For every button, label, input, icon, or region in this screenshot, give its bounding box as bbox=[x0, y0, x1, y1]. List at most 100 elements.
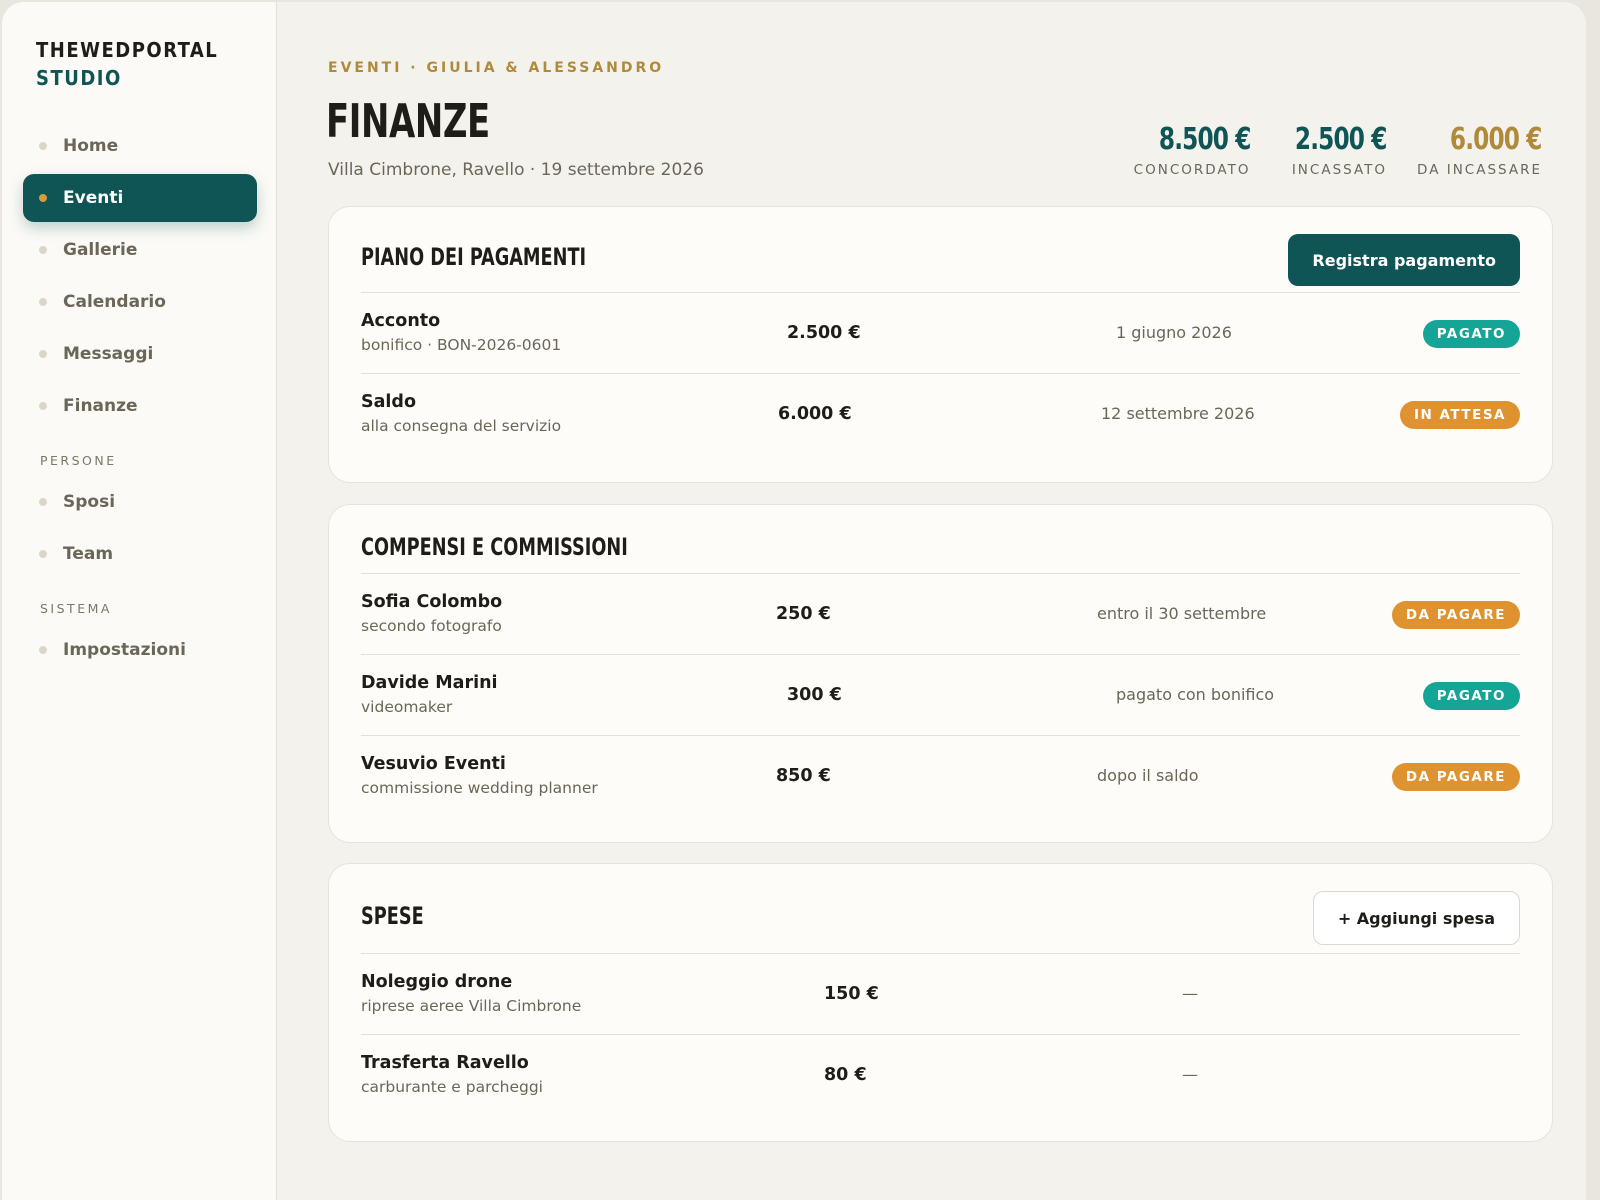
card-header: SPESE + Aggiungi spesa bbox=[361, 864, 1520, 954]
breadcrumb[interactable]: EVENTI · GIULIA & ALESSANDRO bbox=[328, 60, 664, 76]
row-name: Sofia Colombo bbox=[361, 592, 503, 612]
stat-value: 2.500 € bbox=[1295, 122, 1388, 157]
sidebar-item-messaggi[interactable]: Messaggi bbox=[23, 330, 257, 378]
fees-card: COMPENSI E COMMISSIONI Sofia Colombo sec… bbox=[328, 504, 1553, 843]
row-amount: 80 € bbox=[824, 1065, 867, 1085]
sidebar-item-label: Impostazioni bbox=[63, 640, 186, 660]
stat-value: 8.500 € bbox=[1158, 122, 1251, 157]
row-name: Saldo bbox=[361, 392, 416, 412]
status-badge: PAGATO bbox=[1422, 682, 1520, 710]
row-amount: 2.500 € bbox=[787, 323, 861, 343]
stat-concordato: 8.500 € CONCORDATO bbox=[1133, 122, 1252, 178]
row-desc: carburante e parcheggi bbox=[361, 1078, 543, 1096]
sidebar-item-sposi[interactable]: Sposi bbox=[23, 478, 257, 526]
brand-subname: STUDIO bbox=[36, 66, 122, 90]
sidebar-item-calendario[interactable]: Calendario bbox=[23, 278, 257, 326]
row-desc: secondo fotografo bbox=[361, 617, 502, 635]
row-due: dopo il saldo bbox=[1097, 766, 1199, 785]
app-window: THEWEDPORTAL STUDIO Home Eventi Gallerie… bbox=[2, 2, 1586, 1200]
sidebar-item-label: Messaggi bbox=[63, 344, 154, 364]
table-row[interactable]: Acconto bonifico · BON-2026-0601 2.500 €… bbox=[361, 293, 1520, 374]
status-badge: IN ATTESA bbox=[1399, 401, 1520, 429]
sidebar-item-label: Gallerie bbox=[63, 240, 138, 260]
card-header: PIANO DEI PAGAMENTI Registra pagamento bbox=[361, 207, 1520, 293]
bullet-icon bbox=[39, 498, 47, 506]
row-name: Noleggio drone bbox=[361, 972, 513, 992]
page-title: FINANZE bbox=[326, 94, 490, 148]
row-date: 1 giugno 2026 bbox=[1116, 323, 1232, 342]
sidebar-nav: Home Eventi Gallerie Calendario Messaggi… bbox=[23, 122, 257, 678]
row-note: — bbox=[1182, 1065, 1198, 1084]
bullet-icon bbox=[39, 402, 47, 410]
row-due: entro il 30 settembre bbox=[1097, 604, 1267, 623]
bullet-icon bbox=[39, 350, 47, 358]
brand-name: THEWEDPORTAL bbox=[36, 38, 219, 62]
row-desc: bonifico · BON-2026-0601 bbox=[361, 336, 562, 354]
row-amount: 850 € bbox=[776, 766, 831, 786]
status-badge: DA PAGARE bbox=[1391, 601, 1520, 629]
summary-stats: 8.500 € CONCORDATO 2.500 € INCASSATO 6.0… bbox=[1133, 122, 1543, 178]
row-note: — bbox=[1182, 984, 1198, 1003]
brand-logo[interactable]: THEWEDPORTAL STUDIO bbox=[36, 36, 218, 92]
sidebar: THEWEDPORTAL STUDIO Home Eventi Gallerie… bbox=[2, 2, 277, 1200]
table-row[interactable]: Noleggio drone riprese aeree Villa Cimbr… bbox=[361, 954, 1520, 1035]
stat-label: INCASSATO bbox=[1291, 162, 1388, 178]
row-amount: 250 € bbox=[776, 604, 831, 624]
sidebar-item-gallerie[interactable]: Gallerie bbox=[23, 226, 257, 274]
row-date: 12 settembre 2026 bbox=[1101, 404, 1255, 423]
bullet-icon bbox=[39, 194, 47, 202]
sidebar-item-label: Calendario bbox=[63, 292, 166, 312]
row-amount: 150 € bbox=[824, 984, 879, 1004]
sidebar-item-label: Finanze bbox=[63, 396, 138, 416]
sidebar-item-finanze[interactable]: Finanze bbox=[23, 382, 257, 430]
row-desc: alla consegna del servizio bbox=[361, 417, 562, 435]
sidebar-item-label: Eventi bbox=[63, 188, 124, 208]
bullet-icon bbox=[39, 550, 47, 558]
sidebar-item-impostazioni[interactable]: Impostazioni bbox=[23, 626, 257, 674]
row-amount: 300 € bbox=[787, 685, 842, 705]
bullet-icon bbox=[39, 246, 47, 254]
table-row[interactable]: Davide Marini videomaker 300 € pagato co… bbox=[361, 655, 1520, 736]
card-title: SPESE bbox=[361, 902, 424, 930]
add-expense-button[interactable]: + Aggiungi spesa bbox=[1312, 891, 1520, 945]
sidebar-item-home[interactable]: Home bbox=[23, 122, 257, 170]
row-name: Trasferta Ravello bbox=[361, 1053, 529, 1073]
stat-label: DA INCASSARE bbox=[1417, 162, 1542, 178]
row-desc: commissione wedding planner bbox=[361, 779, 598, 797]
register-payment-button[interactable]: Registra pagamento bbox=[1288, 234, 1520, 286]
sidebar-section-persone: PERSONE bbox=[40, 453, 117, 468]
card-title: PIANO DEI PAGAMENTI bbox=[361, 243, 587, 271]
sidebar-item-team[interactable]: Team bbox=[23, 530, 257, 578]
table-row[interactable]: Trasferta Ravello carburante e parcheggi… bbox=[361, 1035, 1520, 1116]
main-content: EVENTI · GIULIA & ALESSANDRO FINANZE Vil… bbox=[277, 2, 1586, 1200]
status-badge: PAGATO bbox=[1422, 320, 1520, 348]
row-due: pagato con bonifico bbox=[1116, 685, 1275, 704]
stat-label: CONCORDATO bbox=[1133, 162, 1251, 178]
sidebar-item-label: Team bbox=[63, 544, 114, 564]
expenses-card: SPESE + Aggiungi spesa Noleggio drone ri… bbox=[328, 863, 1553, 1142]
sidebar-item-label: Home bbox=[63, 136, 119, 156]
bullet-icon bbox=[39, 298, 47, 306]
row-name: Davide Marini bbox=[361, 673, 498, 693]
row-desc: riprese aeree Villa Cimbrone bbox=[361, 997, 582, 1015]
event-subtitle: Villa Cimbrone, Ravello · 19 settembre 2… bbox=[328, 160, 704, 180]
stat-da-incassare: 6.000 € DA INCASSARE bbox=[1417, 122, 1543, 178]
bullet-icon bbox=[39, 142, 47, 150]
card-header: COMPENSI E COMMISSIONI bbox=[361, 505, 1520, 574]
row-name: Acconto bbox=[361, 311, 441, 331]
row-name: Vesuvio Eventi bbox=[361, 754, 506, 774]
payments-card: PIANO DEI PAGAMENTI Registra pagamento A… bbox=[328, 206, 1553, 483]
stat-incassato: 2.500 € INCASSATO bbox=[1280, 122, 1388, 178]
table-row[interactable]: Vesuvio Eventi commissione wedding plann… bbox=[361, 736, 1520, 817]
card-title: COMPENSI E COMMISSIONI bbox=[361, 533, 628, 561]
sidebar-item-label: Sposi bbox=[63, 492, 116, 512]
row-amount: 6.000 € bbox=[778, 404, 852, 424]
table-row[interactable]: Saldo alla consegna del servizio 6.000 €… bbox=[361, 374, 1520, 455]
sidebar-item-eventi[interactable]: Eventi bbox=[23, 174, 257, 222]
status-badge: DA PAGARE bbox=[1391, 763, 1520, 791]
row-desc: videomaker bbox=[361, 698, 453, 716]
table-row[interactable]: Sofia Colombo secondo fotografo 250 € en… bbox=[361, 574, 1520, 655]
stat-value: 6.000 € bbox=[1450, 122, 1542, 157]
sidebar-section-sistema: SISTEMA bbox=[40, 601, 112, 616]
bullet-icon bbox=[39, 646, 47, 654]
